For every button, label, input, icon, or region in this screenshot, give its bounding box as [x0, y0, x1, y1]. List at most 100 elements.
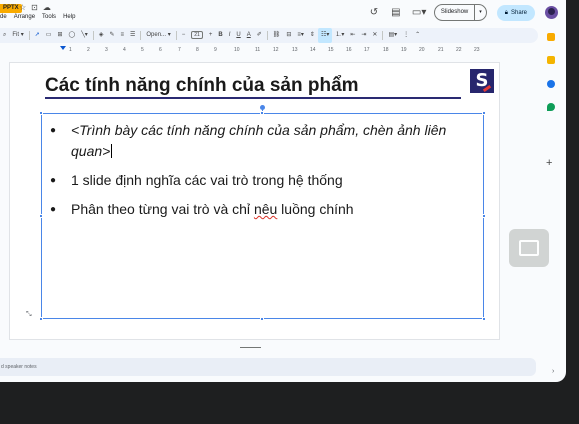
- move-to-folder-icon[interactable]: ⊡: [31, 3, 38, 12]
- keep-icon[interactable]: [547, 33, 555, 41]
- font-size-input[interactable]: 21: [188, 28, 206, 43]
- bullet-text: <Trình bày các tính năng chính của sản p…: [71, 122, 447, 159]
- calendar-icon[interactable]: [547, 80, 555, 88]
- font-size-value[interactable]: 21: [191, 31, 203, 39]
- ruler-tick: 14: [310, 47, 316, 53]
- chevron-right-icon[interactable]: ›: [552, 368, 554, 375]
- body-text-box[interactable]: <Trình bày các tính năng chính của sản p…: [39, 105, 486, 321]
- side-panel: +: [538, 24, 566, 364]
- slide-canvas[interactable]: Các tính năng chính của sản phẩm S <Trìn…: [10, 63, 499, 339]
- ruler-tick: 13: [292, 47, 298, 53]
- line-spacing-icon[interactable]: ⇕: [307, 28, 318, 43]
- decrease-indent-icon[interactable]: ⇤: [347, 28, 358, 43]
- maps-icon[interactable]: [547, 103, 555, 111]
- select-tool-icon[interactable]: ➚: [32, 28, 43, 43]
- comments-icon[interactable]: ▤: [390, 7, 402, 19]
- shape-icon[interactable]: ◯: [65, 28, 78, 43]
- ruler-tick: 15: [328, 47, 334, 53]
- text-color-button[interactable]: A: [244, 28, 254, 43]
- ruler-tick: 12: [273, 47, 279, 53]
- more-icon[interactable]: ⋮: [400, 28, 412, 43]
- cloud-status-icon[interactable]: ☁: [43, 3, 51, 12]
- ruler-tick: 23: [474, 47, 480, 53]
- slides-app-window: PPTX ☆ ⊡ ☁ de Arrange Tools Help ↺ ▤ ▭▾ …: [0, 0, 566, 382]
- horizontal-ruler[interactable]: 1 2 3 4 5 6 7 8 9 10 11 12 13 14 15 16 1…: [0, 46, 500, 55]
- border-weight-icon[interactable]: ≡: [117, 28, 127, 43]
- bullet-text: Phân theo từng vai trò và chỉ: [71, 201, 254, 217]
- font-size-increase[interactable]: +: [206, 28, 216, 43]
- ruler-tick: 4: [123, 47, 126, 53]
- zoom-select[interactable]: Fit ▾: [9, 28, 26, 43]
- increase-indent-icon[interactable]: ⇥: [358, 28, 369, 43]
- misspelled-word[interactable]: nêu: [254, 201, 277, 217]
- border-dash-icon[interactable]: ☰: [127, 28, 138, 43]
- highlight-icon[interactable]: ✐: [254, 28, 265, 43]
- menu-help[interactable]: Help: [63, 14, 75, 20]
- avatar[interactable]: [545, 6, 558, 19]
- underline-button[interactable]: U: [233, 28, 243, 43]
- line-icon[interactable]: ╲▾: [78, 28, 91, 43]
- chevron-down-icon[interactable]: ▾: [474, 5, 486, 20]
- ruler-tick: 1: [69, 47, 72, 53]
- exit-fullscreen-button[interactable]: [509, 229, 549, 267]
- share-button[interactable]: 🔒︎ Share: [496, 4, 535, 21]
- resize-handle-se[interactable]: [482, 317, 486, 321]
- new-slide-icon[interactable]: ▭: [43, 28, 55, 43]
- title-icons: ☆ ⊡ ☁: [19, 3, 51, 12]
- ruler-tick: 16: [346, 47, 352, 53]
- resize-handle-sw[interactable]: [39, 317, 43, 321]
- resize-handle-ne[interactable]: [482, 111, 486, 115]
- bullet-text: 1 slide định nghĩa các vai trò trong hệ …: [71, 172, 343, 188]
- bullet-item[interactable]: 1 slide định nghĩa các vai trò trong hệ …: [50, 170, 470, 191]
- history-icon[interactable]: ↺: [368, 7, 380, 19]
- align-icon[interactable]: ≡▾: [294, 28, 307, 43]
- format-options-icon[interactable]: ▤▾: [385, 28, 400, 43]
- link-icon[interactable]: ⛓: [270, 28, 284, 43]
- slideshow-button[interactable]: Slideshow ▾: [433, 4, 487, 21]
- meet-icon[interactable]: ▭▾: [412, 7, 426, 19]
- ruler-tick: 18: [383, 47, 389, 53]
- ruler-tick: 10: [234, 47, 240, 53]
- notes-resize-handle[interactable]: [240, 347, 261, 348]
- image-icon[interactable]: ⊞: [54, 28, 65, 43]
- ruler-tick: 9: [214, 47, 217, 53]
- menu-slide[interactable]: de: [0, 14, 7, 20]
- slide-title[interactable]: Các tính năng chính của sản phẩm: [45, 75, 359, 97]
- font-size-decrease[interactable]: −: [179, 28, 189, 43]
- resize-handle-n[interactable]: [260, 111, 264, 115]
- search-menus-icon[interactable]: ⌕: [0, 28, 9, 43]
- menu-tools[interactable]: Tools: [42, 14, 56, 20]
- font-select[interactable]: Open... ▾: [143, 28, 173, 43]
- clear-formatting-icon[interactable]: ✕: [369, 28, 380, 43]
- numbered-list-icon[interactable]: ⒈▾: [332, 28, 347, 43]
- speaker-notes-field[interactable]: d speaker notes: [0, 358, 536, 376]
- menu-arrange[interactable]: Arrange: [14, 14, 35, 20]
- bullet-item[interactable]: Phân theo từng vai trò và chỉ nêu luồng …: [50, 199, 470, 220]
- company-logo[interactable]: S: [470, 69, 494, 93]
- comment-icon[interactable]: ⊟: [283, 28, 294, 43]
- border-color-icon[interactable]: ✎: [106, 28, 117, 43]
- collapse-toolbar-icon[interactable]: ⌃: [412, 28, 423, 43]
- bulleted-list-icon[interactable]: ☷▾: [317, 28, 333, 43]
- add-addon-icon[interactable]: +: [546, 157, 552, 169]
- fill-color-icon[interactable]: ◈: [96, 28, 107, 43]
- resize-handle-e[interactable]: [482, 214, 486, 218]
- autofit-icon[interactable]: ⤡: [26, 311, 32, 319]
- resize-handle-nw[interactable]: [39, 111, 43, 115]
- lock-icon: 🔒︎: [504, 9, 508, 16]
- resize-handle-w[interactable]: [39, 214, 43, 218]
- divider: [28, 31, 30, 40]
- divider: [382, 31, 384, 40]
- bold-button[interactable]: B: [215, 28, 225, 43]
- slideshow-label[interactable]: Slideshow: [435, 5, 474, 20]
- ruler-tick: 19: [401, 47, 407, 53]
- bullet-item[interactable]: <Trình bày các tính năng chính của sản p…: [50, 120, 470, 162]
- share-label: Share: [510, 9, 527, 16]
- italic-button[interactable]: I: [226, 28, 234, 43]
- bullet-list: <Trình bày các tính năng chính của sản p…: [50, 120, 470, 228]
- resize-handle-s[interactable]: [260, 317, 264, 321]
- indent-marker[interactable]: [60, 46, 66, 50]
- ruler-tick: 22: [456, 47, 462, 53]
- star-icon[interactable]: ☆: [19, 3, 26, 12]
- tasks-icon[interactable]: [547, 56, 555, 64]
